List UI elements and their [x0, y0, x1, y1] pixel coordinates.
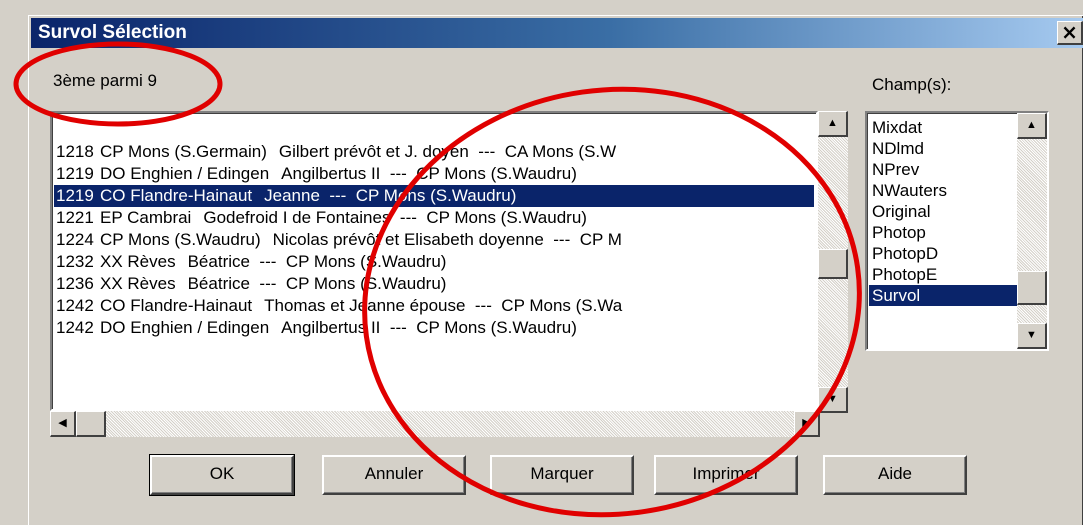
record-text: Gilbert prévôt et J. doyen --- CA Mons (… [278, 142, 617, 161]
record-row[interactable]: 1242 CO Flandre-Hainaut Thomas et Jeanne é… [54, 295, 814, 317]
record-origin: XX Rèves [100, 274, 176, 293]
record-text: Thomas et Jeanne épouse --- CP Mons (S.W… [264, 296, 623, 315]
record-origin: EP Cambrai [100, 208, 192, 227]
fields-scroll-up-icon[interactable]: ▲ [1017, 113, 1047, 139]
record-text: Angilbertus II --- CP Mons (S.Waudru) [281, 164, 577, 183]
scroll-down-icon[interactable]: ▼ [818, 387, 848, 413]
survol-selection-dialog: Survol Sélection × 3ème parmi 9 Champ(s)… [28, 15, 1083, 525]
records-vertical-scrollbar[interactable]: ▲ ▼ [818, 111, 848, 413]
record-origin: CP Mons (S.Waudru) [100, 230, 261, 249]
scroll-right-icon[interactable]: ▶ [794, 411, 820, 437]
fields-vertical-scrollbar[interactable]: ▲ ▼ [1017, 113, 1047, 349]
cancel-button[interactable]: Annuler [322, 455, 466, 495]
record-year: 1236 [56, 274, 94, 293]
field-item[interactable]: NWauters [869, 180, 1017, 201]
field-item[interactable]: Mixdat [869, 117, 1017, 138]
records-hscroll-thumb[interactable] [76, 411, 106, 437]
field-item[interactable]: NPrev [869, 159, 1017, 180]
record-year: 1242 [56, 318, 94, 337]
fields-listbox[interactable]: Mixdat NDlmd NPrev NWauters Original Photop Ph… [865, 111, 1049, 351]
field-item[interactable]: PhotopE [869, 264, 1017, 285]
record-text: Angilbertus II --- CP Mons (S.Waudru) [281, 318, 577, 337]
title-bar[interactable]: Survol Sélection × [31, 18, 1083, 48]
record-year: 1224 [56, 230, 94, 249]
record-origin: DO Enghien / Edingen [100, 164, 270, 183]
field-item[interactable]: Original [869, 201, 1017, 222]
field-item[interactable]: NDlmd [869, 138, 1017, 159]
record-origin: CP Mons (S.Germain) [100, 142, 267, 161]
record-text: Béatrice --- CP Mons (S.Waudru) [187, 252, 447, 271]
scroll-left-icon[interactable]: ◀ [50, 411, 76, 437]
record-position-label: 3ème parmi 9 [53, 71, 157, 90]
record-row[interactable]: 1242 DO Enghien / Edingen Angilbertus II -… [54, 317, 814, 339]
record-row[interactable]: 1221 EP Cambrai Godefroid I de Fontaines -… [54, 207, 814, 229]
record-year: 1242 [56, 296, 94, 315]
record-year: 1232 [56, 252, 94, 271]
record-origin: DO Enghien / Edingen [100, 318, 270, 337]
help-button[interactable]: Aide [823, 455, 967, 495]
record-year: 1218 [56, 142, 94, 161]
fields-vscroll-thumb[interactable] [1017, 271, 1047, 305]
field-item[interactable]: Survol [869, 285, 1017, 306]
record-text: Béatrice --- CP Mons (S.Waudru) [187, 274, 447, 293]
record-origin: CO Flandre-Hainaut [100, 296, 253, 315]
fields-list: Mixdat NDlmd NPrev NWauters Original Photop Ph… [869, 117, 1017, 347]
record-year: 1219 [56, 164, 94, 183]
mark-button[interactable]: Marquer [490, 455, 634, 495]
record-row[interactable]: 1218 CP Mons (S.Germain) Gilbert prévôt et… [54, 141, 814, 163]
records-horizontal-scrollbar[interactable]: ◀ ▶ [50, 411, 820, 437]
records-list: 1218 CP Mons (S.Germain) Gilbert prévôt et… [54, 141, 814, 407]
record-row[interactable]: 1236 XX Rèves Béatrice --- CP Mons (S.Waud… [54, 273, 814, 295]
record-text: Jeanne --- CP Mons (S.Waudru) [264, 186, 517, 205]
record-origin: CO Flandre-Hainaut [100, 186, 253, 205]
record-text: Nicolas prévôt et Elisabeth doyenne --- … [272, 230, 622, 249]
field-item[interactable]: Photop [869, 222, 1017, 243]
fields-label: Champ(s): [872, 75, 952, 94]
record-row[interactable]: 1232 XX Rèves Béatrice --- CP Mons (S.Waud… [54, 251, 814, 273]
record-row[interactable]: 1219 CO Flandre-Hainaut Jeanne --- CP Mons… [54, 185, 814, 207]
record-origin: XX Rèves [100, 252, 176, 271]
record-row[interactable]: 1224 CP Mons (S.Waudru) Nicolas prévôt et … [54, 229, 814, 251]
fields-scroll-down-icon[interactable]: ▼ [1017, 323, 1047, 349]
records-listbox[interactable]: 1218 CP Mons (S.Germain) Gilbert prévôt et… [50, 111, 818, 411]
field-item[interactable]: PhotopD [869, 243, 1017, 264]
scroll-up-icon[interactable]: ▲ [818, 111, 848, 137]
record-text: Godefroid I de Fontaines --- CP Mons (S.… [203, 208, 587, 227]
record-year: 1219 [56, 186, 94, 205]
record-year: 1221 [56, 208, 94, 227]
dialog-title: Survol Sélection [38, 22, 187, 43]
close-icon[interactable]: × [1057, 21, 1083, 45]
records-vscroll-thumb[interactable] [818, 249, 848, 279]
record-row[interactable]: 1219 DO Enghien / Edingen Angilbertus II -… [54, 163, 814, 185]
ok-button[interactable]: OK [149, 454, 295, 496]
print-button[interactable]: Imprimer [654, 455, 798, 495]
